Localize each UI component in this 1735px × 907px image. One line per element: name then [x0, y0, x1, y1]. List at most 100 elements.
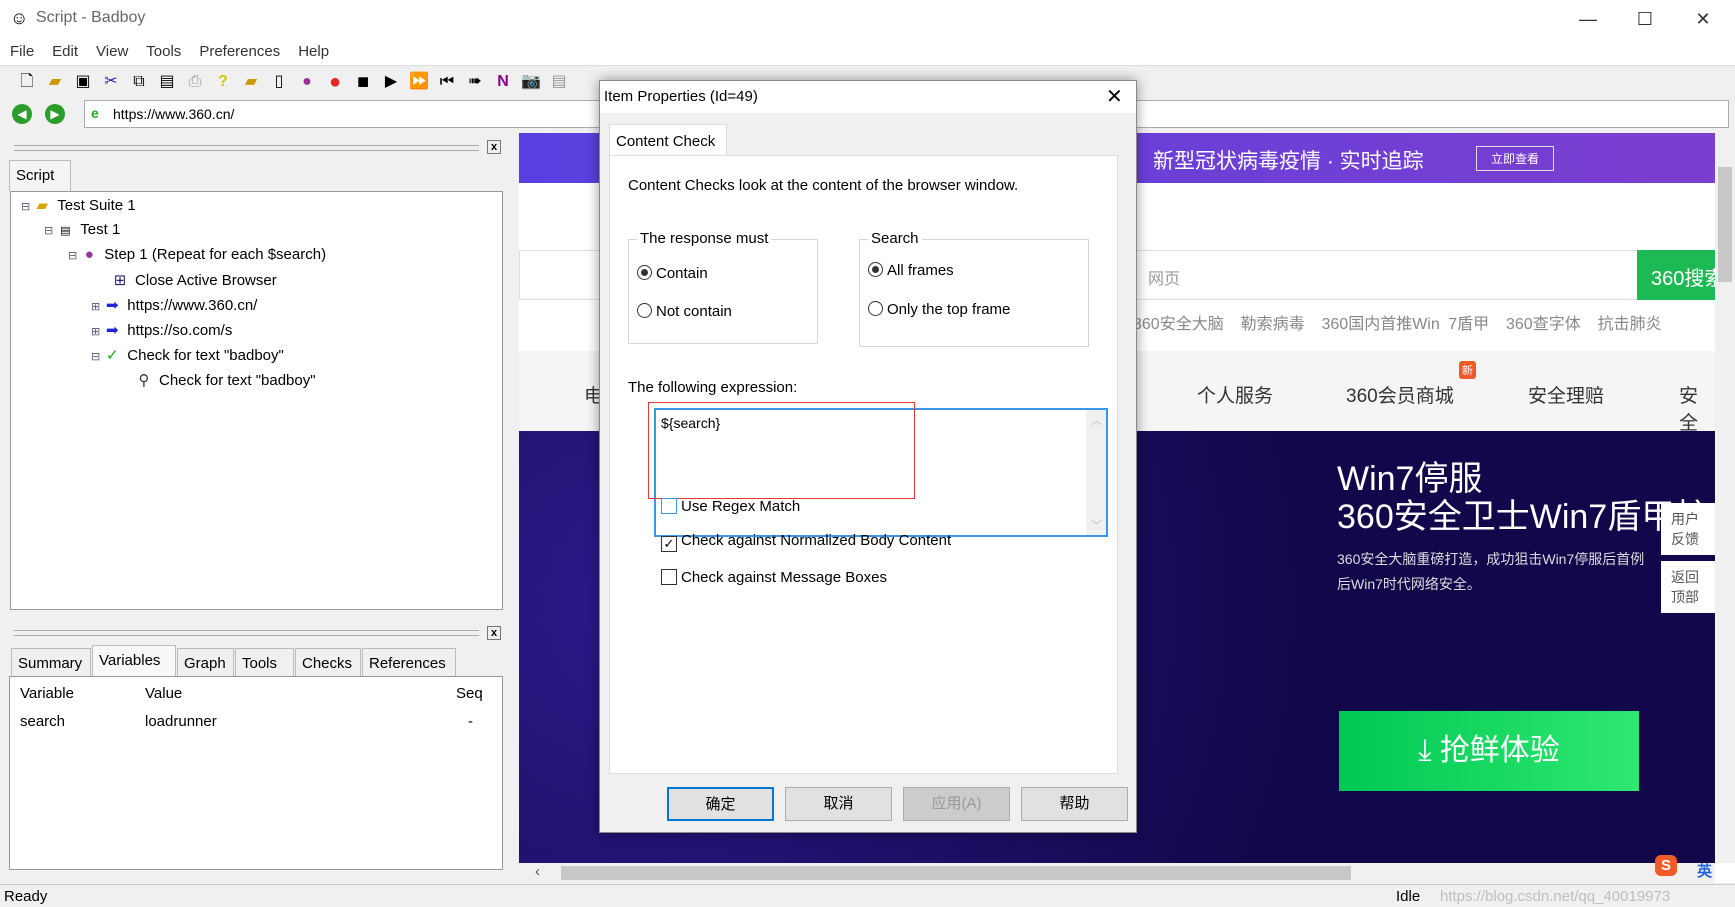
column-header-seq[interactable]: Seq: [456, 685, 483, 702]
navigation-icon[interactable]: N: [492, 71, 514, 93]
apply-button[interactable]: 应用(A): [903, 787, 1010, 821]
tab-content-check[interactable]: Content Check: [609, 124, 727, 156]
sogou-ime-icon[interactable]: S: [1655, 855, 1678, 876]
dialog-title: Item Properties (Id=49): [604, 88, 758, 105]
window-title: Script - Badboy: [36, 9, 146, 26]
checkbox-message-boxes[interactable]: Check against Message Boxes: [661, 569, 887, 586]
menu-edit[interactable]: Edit: [42, 38, 86, 60]
checkbox-normalized-body[interactable]: ✓ Check against Normalized Body Content: [661, 532, 951, 552]
add-suite-icon[interactable]: ▰: [240, 71, 262, 93]
column-header-variable[interactable]: Variable: [20, 685, 74, 702]
search-group: Search All frames Only the top frame: [859, 230, 1089, 347]
scrollbar-thumb[interactable]: [1718, 167, 1732, 282]
new-badge: 新: [1459, 361, 1476, 379]
ime-language[interactable]: 英: [1697, 860, 1712, 881]
ok-button[interactable]: 确定: [667, 787, 774, 821]
title-bar: ☺ Script - Badboy — ☐ ✕: [0, 0, 1735, 38]
search-button[interactable]: 360搜索: [1637, 250, 1717, 300]
maximize-button[interactable]: ☐: [1622, 4, 1668, 34]
play-all-icon[interactable]: ⏩: [408, 71, 430, 93]
window-icon: ⊞: [113, 272, 127, 289]
dialog-title-bar: Item Properties (Id=49) ✕: [600, 81, 1136, 113]
download-icon: ⤓: [1418, 734, 1440, 767]
save-icon[interactable]: ▣: [72, 71, 94, 93]
variables-table: Variable Value Seq search loadrunner -: [9, 676, 503, 870]
content-check-page: Content Checks look at the content of th…: [609, 155, 1118, 774]
tab-variables[interactable]: Variables: [92, 645, 176, 677]
tree-item-request[interactable]: ⊞ ➡ https://www.360.cn/: [91, 296, 257, 314]
scrollbar-thumb[interactable]: [561, 866, 1351, 880]
request-arrow-icon: ➡: [105, 322, 119, 339]
try-now-button[interactable]: ⤓ 抢鲜体验: [1339, 711, 1639, 791]
tree-item-step[interactable]: ⊟ ● Step 1 (Repeat for each $search): [68, 246, 326, 263]
tab-checks[interactable]: Checks: [295, 648, 361, 676]
back-button[interactable]: ◀: [12, 104, 32, 124]
menu-help[interactable]: Help: [288, 38, 337, 60]
stop-icon[interactable]: ■: [352, 71, 374, 93]
close-script-panel-button[interactable]: x: [487, 140, 501, 154]
tab-tools[interactable]: Tools: [235, 648, 294, 676]
dialog-description: Content Checks look at the content of th…: [628, 177, 1019, 194]
status-bar: Ready Idle https://blog.csdn.net/qq_4001…: [0, 884, 1735, 907]
view-now-button[interactable]: 立即查看: [1476, 146, 1555, 171]
horizontal-scrollbar[interactable]: ‹: [519, 863, 1715, 883]
menu-tools[interactable]: Tools: [136, 38, 189, 60]
vertical-scrollbar[interactable]: [1715, 133, 1735, 863]
cut-icon[interactable]: ✂: [100, 71, 122, 93]
help-icon[interactable]: ?: [212, 71, 234, 93]
textarea-scrollbar[interactable]: ︿ ﹀: [1086, 410, 1106, 535]
tree-item-request[interactable]: ⊞ ➡ https://so.com/s: [91, 321, 232, 339]
panel-grip[interactable]: [14, 145, 479, 151]
back-to-top-button[interactable]: 返回顶部: [1661, 561, 1715, 613]
add-step-icon[interactable]: ●: [296, 71, 318, 93]
table-row[interactable]: search loadrunner -: [10, 711, 500, 735]
tree-item-test[interactable]: ⊟ ▤ Test 1: [44, 221, 120, 238]
search-type-dropdown[interactable]: 网页: [1148, 265, 1180, 289]
step-icon: ●: [84, 246, 94, 263]
script-tree: ⊟ ▰ Test Suite 1 ⊟ ▤ Test 1 ⊟ ● Step 1 (Rep…: [10, 191, 503, 610]
tab-script[interactable]: Script: [9, 160, 71, 191]
tab-summary[interactable]: Summary: [11, 648, 91, 676]
close-icon[interactable]: ✕: [1106, 84, 1123, 109]
hot-links: 360安全大脑 勒索病毒 360国内首推Win 7盾甲 360查字体 抗击肺炎: [1133, 316, 1662, 333]
tree-item-close-browser[interactable]: ⊞ Close Active Browser: [111, 271, 277, 289]
print-icon[interactable]: ⎙: [184, 71, 206, 93]
open-icon[interactable]: ▰: [44, 71, 66, 93]
close-window-button[interactable]: ✕: [1680, 4, 1726, 34]
report-icon[interactable]: ▤: [548, 71, 570, 93]
tree-item-test-suite[interactable]: ⊟ ▰ Test Suite 1: [21, 196, 136, 214]
radio-contain[interactable]: Contain: [637, 265, 708, 282]
tab-references[interactable]: References: [362, 648, 456, 676]
panel-grip[interactable]: [14, 630, 479, 636]
forward-button[interactable]: ▶: [45, 104, 65, 124]
add-test-icon[interactable]: ▯: [268, 71, 290, 93]
step-forward-icon[interactable]: ➠: [464, 71, 486, 93]
screenshot-icon[interactable]: 📷: [520, 71, 542, 93]
radio-top-frame[interactable]: Only the top frame: [868, 301, 1010, 318]
scroll-left-icon[interactable]: ‹: [535, 863, 540, 880]
menu-file[interactable]: File: [0, 38, 42, 60]
paste-icon[interactable]: ▤: [156, 71, 178, 93]
record-icon[interactable]: ●: [324, 71, 346, 93]
column-header-value[interactable]: Value: [145, 685, 182, 702]
rewind-icon[interactable]: ⏮: [436, 71, 458, 93]
tree-item-check[interactable]: ⊟ ✓ Check for text "badboy": [91, 346, 284, 364]
checkbox-use-regex[interactable]: Use Regex Match: [661, 498, 800, 515]
copy-icon[interactable]: ⧉: [128, 71, 150, 93]
menu-view[interactable]: View: [86, 38, 136, 60]
radio-all-frames[interactable]: All frames: [868, 262, 954, 279]
badboy-logo-icon: ☺: [10, 8, 29, 28]
tree-item-content-check[interactable]: ⚲ Check for text "badboy": [135, 371, 316, 389]
cancel-button[interactable]: 取消: [785, 787, 892, 821]
menu-preferences[interactable]: Preferences: [189, 38, 288, 60]
help-button[interactable]: 帮助: [1021, 787, 1128, 821]
item-properties-dialog: Item Properties (Id=49) ✕ Content Check …: [599, 80, 1137, 833]
minimize-button[interactable]: —: [1565, 4, 1611, 34]
highlight-box: [648, 402, 915, 499]
feedback-button[interactable]: 用户反馈: [1661, 503, 1715, 555]
close-bottom-panel-button[interactable]: x: [487, 626, 501, 640]
radio-not-contain[interactable]: Not contain: [637, 303, 732, 320]
new-icon[interactable]: 🗋: [16, 71, 38, 93]
tab-graph[interactable]: Graph: [177, 648, 234, 676]
play-icon[interactable]: ▶: [380, 71, 402, 93]
